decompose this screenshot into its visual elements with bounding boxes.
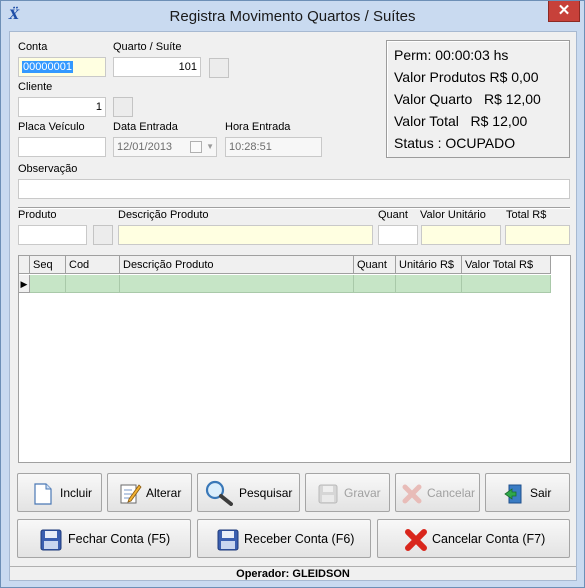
status-panel: Perm: 00:00:03 hs Valor Produtos R$ 0,00… <box>386 40 570 158</box>
cancelar-label: Cancelar <box>427 486 476 500</box>
conta-label: Conta <box>18 41 48 53</box>
fechar-conta-label: Fechar Conta (F5) <box>68 532 171 546</box>
cancel-x-icon <box>402 484 422 504</box>
quant-label: Quant <box>378 209 408 221</box>
calendar-icon[interactable] <box>190 141 202 153</box>
alterar-label: Alterar <box>146 486 182 500</box>
valor-unitario-field[interactable] <box>421 225 501 245</box>
produto-label: Produto <box>18 209 57 221</box>
cancelar-conta-label: Cancelar Conta (F7) <box>432 532 546 546</box>
cancel-x-icon <box>405 529 427 551</box>
col-header-cod[interactable]: Cod <box>66 256 120 274</box>
observacao-label: Observação <box>18 163 78 175</box>
search-icon <box>205 480 233 506</box>
sair-button[interactable]: Sair <box>485 473 570 512</box>
descricao-label: Descrição Produto <box>118 209 209 221</box>
produto-field[interactable] <box>18 225 87 245</box>
items-grid[interactable]: Seq Cod Descrição Produto Quant Unitário… <box>18 255 571 463</box>
quarto-field[interactable]: 101 <box>113 57 201 77</box>
sair-label: Sair <box>530 486 552 500</box>
quarto-lookup-button[interactable] <box>209 58 229 78</box>
cliente-lookup-button[interactable] <box>113 97 133 117</box>
table-cell-cod[interactable] <box>66 275 120 293</box>
main-window: Ẍ Registra Movimento Quartos / Suítes ✕ … <box>0 0 585 588</box>
gravar-button[interactable]: Gravar <box>305 473 390 512</box>
alterar-button[interactable]: Alterar <box>107 473 192 512</box>
edit-document-icon <box>120 484 142 504</box>
row-indicator-icon[interactable]: ▶ <box>19 275 30 293</box>
save-disk-icon <box>217 529 239 551</box>
pesquisar-button[interactable]: Pesquisar <box>197 473 300 512</box>
data-entrada-field[interactable]: 12/01/2013 ▼ <box>113 137 217 157</box>
conta-value: 00000001 <box>22 61 73 73</box>
grid-corner <box>19 256 30 274</box>
chevron-down-icon[interactable]: ▼ <box>206 138 214 156</box>
data-entrada-label: Data Entrada <box>113 121 178 133</box>
incluir-button[interactable]: Incluir <box>17 473 102 512</box>
data-entrada-value: 12/01/2013 <box>117 141 173 153</box>
descricao-field[interactable] <box>118 225 373 245</box>
save-disk-icon <box>318 484 338 504</box>
col-header-valor-total[interactable]: Valor Total R$ <box>462 256 551 274</box>
cliente-field[interactable]: 1 <box>18 97 106 117</box>
cliente-label: Cliente <box>18 81 53 93</box>
hora-entrada-field[interactable]: 10:28:51 <box>225 137 322 157</box>
perm-text: Perm: 00:00:03 hs <box>394 47 509 63</box>
quant-field[interactable] <box>378 225 418 245</box>
window-title: Registra Movimento Quartos / Suítes <box>169 8 416 25</box>
receber-conta-button[interactable]: Receber Conta (F6) <box>197 519 371 558</box>
table-cell-seq[interactable] <box>30 275 66 293</box>
total-label: Total R$ <box>506 209 547 221</box>
form-body: Conta 00000001 Quarto / Suíte 101 Client… <box>9 31 577 581</box>
save-disk-icon <box>40 529 62 551</box>
incluir-label: Incluir <box>60 486 93 500</box>
valor-unitario-label: Valor Unitário <box>420 209 486 221</box>
operator-status: Operador: GLEIDSON <box>10 566 576 581</box>
cancelar-conta-button[interactable]: Cancelar Conta (F7) <box>377 519 570 558</box>
valor-produtos-text: Valor Produtos R$ 0,00 <box>394 69 539 85</box>
valor-quarto-text: Valor Quarto R$ 12,00 <box>394 91 541 107</box>
quarto-label: Quarto / Suíte <box>113 41 182 53</box>
gravar-label: Gravar <box>344 486 381 500</box>
table-cell-quant[interactable] <box>354 275 396 293</box>
conta-field[interactable]: 00000001 <box>18 57 106 77</box>
table-cell-unitario[interactable] <box>396 275 462 293</box>
separator <box>18 207 570 209</box>
col-header-quant[interactable]: Quant <box>354 256 396 274</box>
hora-entrada-label: Hora Entrada <box>225 121 291 133</box>
placa-field[interactable] <box>18 137 106 157</box>
title-bar[interactable]: Ẍ Registra Movimento Quartos / Suítes ✕ <box>1 1 584 31</box>
pesquisar-label: Pesquisar <box>239 486 293 500</box>
cancelar-button[interactable]: Cancelar <box>395 473 480 512</box>
col-header-seq[interactable]: Seq <box>30 256 66 274</box>
status-text: Status : OCUPADO <box>394 135 516 151</box>
fechar-conta-button[interactable]: Fechar Conta (F5) <box>17 519 191 558</box>
table-cell-valor-total[interactable] <box>462 275 551 293</box>
valor-total-text: Valor Total R$ 12,00 <box>394 113 528 129</box>
exit-door-icon <box>504 484 522 504</box>
observacao-field[interactable] <box>18 179 570 199</box>
col-header-unitario[interactable]: Unitário R$ <box>396 256 462 274</box>
placa-label: Placa Veículo <box>18 121 85 133</box>
table-cell-descricao[interactable] <box>120 275 354 293</box>
receber-conta-label: Receber Conta (F6) <box>244 532 355 546</box>
new-document-icon <box>34 483 52 505</box>
col-header-descricao[interactable]: Descrição Produto <box>120 256 354 274</box>
close-button[interactable]: ✕ <box>548 1 580 22</box>
total-field[interactable] <box>505 225 570 245</box>
produto-lookup-button[interactable] <box>93 225 113 245</box>
